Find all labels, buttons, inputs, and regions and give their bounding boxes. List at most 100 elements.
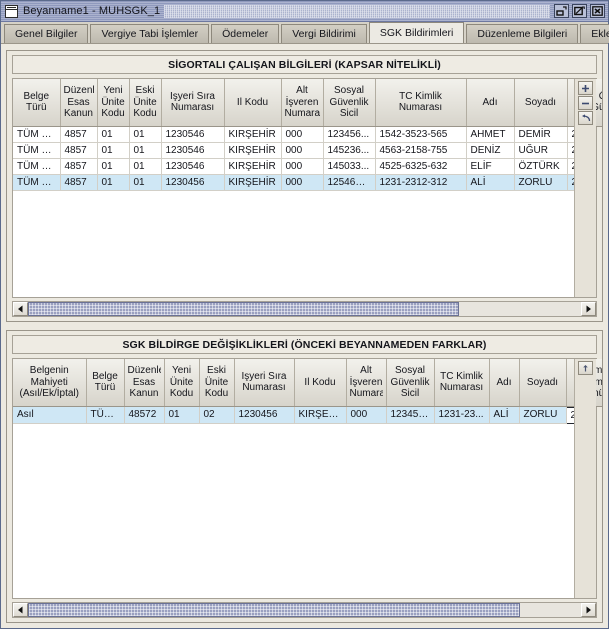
cell-alt-isveren-numarasi[interactable]: 000 bbox=[281, 126, 324, 143]
table-row[interactable]: TÜM Sİ... 4857 01 01 1230546 KIRŞEHİR 00… bbox=[13, 126, 574, 143]
tab-ekler[interactable]: Ekler bbox=[580, 24, 609, 43]
cell-soyadi[interactable]: UĞUR bbox=[514, 142, 568, 159]
undo-button[interactable] bbox=[578, 111, 593, 125]
cell-alt-isveren-numarasi[interactable]: 000 bbox=[281, 158, 324, 175]
cell-prim-odeme-gunu[interactable]: 22 bbox=[567, 158, 574, 175]
table-row-selected[interactable]: TÜM Sİ... 4857 01 01 1230456 KIRŞEHİR 00… bbox=[13, 174, 574, 191]
cell-sosyal-guvenlik-sicil[interactable]: 145033... bbox=[323, 158, 376, 175]
cell-yeni-unite-kodu[interactable]: 01 bbox=[97, 126, 130, 143]
cell-isyeri-sira-numarasi[interactable]: 1230456 bbox=[161, 174, 225, 191]
scroll-up-button[interactable] bbox=[578, 361, 593, 375]
maximize-button[interactable] bbox=[572, 4, 587, 18]
cell-duzenleme-esas-kanun[interactable]: 4857 bbox=[60, 126, 98, 143]
tab-duzenleme-bilgileri[interactable]: Düzenleme Bilgileri bbox=[466, 24, 579, 43]
cell-belge-turu[interactable]: TÜM Sİ... bbox=[13, 142, 61, 159]
table-row[interactable]: TÜM Sİ... 4857 01 01 1230546 KIRŞEHİR 00… bbox=[13, 142, 574, 159]
table-row[interactable]: TÜM Sİ... 4857 01 01 1230546 KIRŞEHİR 00… bbox=[13, 158, 574, 175]
cell-duzenleme-esas-kanun[interactable]: 4857 bbox=[60, 158, 98, 175]
tab-vergi-bildirimi[interactable]: Vergi Bildirimi bbox=[281, 24, 367, 43]
column-header-belgenin-mahiyeti[interactable]: Belgenin Mahiyeti (Asıl/Ek/İptal) bbox=[13, 359, 87, 407]
cell-yeni-unite-kodu[interactable]: 01 bbox=[97, 142, 130, 159]
cell-tc-kimlik-numarasi[interactable]: 4563-2158-755 bbox=[375, 142, 467, 159]
cell-yeni-unite-kodu[interactable]: 01 bbox=[97, 158, 130, 175]
scroll-track[interactable] bbox=[28, 302, 581, 316]
scroll-thumb[interactable] bbox=[28, 302, 460, 316]
cell-belgenin-mahiyeti[interactable]: Asıl bbox=[13, 407, 87, 424]
column-header-duzenleme-esas-kanun[interactable]: Düzenleme Esas Kanun bbox=[60, 79, 98, 127]
cell-il-kodu[interactable]: KIRŞEHİR bbox=[294, 407, 347, 424]
cell-alt-isveren-numarasi[interactable]: 000 bbox=[281, 174, 324, 191]
tab-vergiye-tabi-islemler[interactable]: Vergiye Tabi İşlemler bbox=[90, 24, 210, 43]
column-header-belge-turu[interactable]: Belge Türü bbox=[86, 359, 125, 407]
scroll-left-arrow[interactable] bbox=[13, 603, 28, 617]
cell-eski-unite-kodu[interactable]: 01 bbox=[129, 174, 162, 191]
cell-il-kodu[interactable]: KIRŞEHİR bbox=[224, 174, 282, 191]
cell-isyeri-sira-numarasi[interactable]: 1230456 bbox=[234, 407, 295, 424]
cell-adi[interactable]: DENİZ bbox=[466, 142, 515, 159]
cell-alt-isveren-numarasi[interactable]: 000 bbox=[346, 407, 387, 424]
cell-sosyal-guvenlik-sicil[interactable]: 145236... bbox=[323, 142, 376, 159]
cell-adi[interactable]: ALİ bbox=[489, 407, 520, 424]
cell-eski-unite-kodu[interactable]: 02 bbox=[199, 407, 235, 424]
cell-isyeri-sira-numarasi[interactable]: 1230546 bbox=[161, 142, 225, 159]
cell-il-kodu[interactable]: KIRŞEHİR bbox=[224, 142, 282, 159]
scroll-right-arrow[interactable] bbox=[581, 603, 596, 617]
grid-a-horizontal-scrollbar[interactable] bbox=[12, 301, 597, 317]
tab-sgk-bildirimleri[interactable]: SGK Bildirimleri bbox=[368, 22, 465, 43]
column-header-alt-isveren-numarasi[interactable]: Alt İşveren Numarası bbox=[281, 79, 324, 127]
cell-duzenleme-esas-kanun[interactable]: 4857 bbox=[60, 142, 98, 159]
cell-sosyal-guvenlik-sicil[interactable]: 12546897 bbox=[323, 174, 376, 191]
column-header-isyeri-sira-numarasi[interactable]: İşyeri Sıra Numarası bbox=[234, 359, 295, 407]
cell-soyadi[interactable]: ZORLU bbox=[519, 407, 567, 424]
cell-isyeri-sira-numarasi[interactable]: 1230546 bbox=[161, 126, 225, 143]
column-header-alt-isveren-numarasi[interactable]: Alt İşveren Numarası bbox=[346, 359, 387, 407]
cell-tc-kimlik-numarasi[interactable]: 1231-23... bbox=[434, 407, 490, 424]
cell-isyeri-sira-numarasi[interactable]: 1230546 bbox=[161, 158, 225, 175]
cell-eski-unite-kodu[interactable]: 01 bbox=[129, 158, 162, 175]
scroll-track[interactable] bbox=[28, 603, 581, 617]
cell-sosyal-guvenlik-sicil[interactable]: 123456... bbox=[323, 126, 376, 143]
cell-yeni-unite-kodu[interactable]: 01 bbox=[164, 407, 200, 424]
table-row-selected[interactable]: Asıl TÜM ... 48572 01 02 1230456 KIRŞEHİ… bbox=[13, 406, 574, 424]
cell-belge-turu[interactable]: TÜM Sİ... bbox=[13, 174, 61, 191]
cell-tc-kimlik-numarasi[interactable]: 1542-3523-565 bbox=[375, 126, 467, 143]
column-header-adi[interactable]: Adı bbox=[466, 79, 515, 127]
cell-prim-odeme-gunu[interactable]: 22 bbox=[567, 142, 574, 159]
column-header-eski-unite-kodu[interactable]: Eski Ünite Kodu bbox=[199, 359, 235, 407]
column-header-soyadi[interactable]: Soyadı bbox=[514, 79, 568, 127]
column-header-belge-turu[interactable]: Belge Türü bbox=[13, 79, 61, 127]
cell-belge-turu[interactable]: TÜM ... bbox=[86, 407, 125, 424]
cell-duzenleme-esas-kanun[interactable]: 4857 bbox=[60, 174, 98, 191]
cell-soyadi[interactable]: DEMİR bbox=[514, 126, 568, 143]
column-header-yeni-unite-kodu[interactable]: Yeni Ünite Kodu bbox=[164, 359, 200, 407]
cell-tc-kimlik-numarasi[interactable]: 4525-6325-632 bbox=[375, 158, 467, 175]
scroll-right-arrow[interactable] bbox=[581, 302, 596, 316]
cell-prim-odeme-gunu[interactable]: 22 bbox=[567, 174, 574, 191]
cell-prim-odeme-gunu-editor[interactable]: 22 bbox=[565, 406, 574, 424]
cell-il-kodu[interactable]: KIRŞEHİR bbox=[224, 158, 282, 175]
tab-genel-bilgiler[interactable]: Genel Bilgiler bbox=[4, 24, 89, 43]
close-button[interactable] bbox=[590, 4, 605, 18]
cell-sosyal-guvenlik-sicil[interactable]: 123456... bbox=[386, 407, 435, 424]
column-header-eski-unite-kodu[interactable]: Eski Ünite Kodu bbox=[129, 79, 162, 127]
cell-il-kodu[interactable]: KIRŞEHİR bbox=[224, 126, 282, 143]
column-header-duzenleme-esas-kanun[interactable]: Düzenleme Esas Kanun bbox=[124, 359, 165, 407]
grid-b-horizontal-scrollbar[interactable] bbox=[12, 602, 597, 618]
column-header-sosyal-guvenlik-sicil[interactable]: Sosyal Güvenlik Sicil bbox=[323, 79, 376, 127]
column-header-tc-kimlik-numarasi[interactable]: TC Kimlik Numarası bbox=[375, 79, 467, 127]
column-header-sosyal-guvenlik-sicil[interactable]: Sosyal Güvenlik Sicil bbox=[386, 359, 435, 407]
column-header-tc-kimlik-numarasi[interactable]: TC Kimlik Numarası bbox=[434, 359, 490, 407]
cell-eski-unite-kodu[interactable]: 01 bbox=[129, 142, 162, 159]
cell-tc-kimlik-numarasi[interactable]: 1231-2312-312 bbox=[375, 174, 467, 191]
column-header-adi[interactable]: Adı bbox=[489, 359, 520, 407]
cell-adi[interactable]: AHMET bbox=[466, 126, 515, 143]
cell-eski-unite-kodu[interactable]: 01 bbox=[129, 126, 162, 143]
column-header-yeni-unite-kodu[interactable]: Yeni Ünite Kodu bbox=[97, 79, 130, 127]
column-header-soyadi[interactable]: Soyadı bbox=[519, 359, 567, 407]
cell-belge-turu[interactable]: TÜM Sİ... bbox=[13, 126, 61, 143]
cell-yeni-unite-kodu[interactable]: 01 bbox=[97, 174, 130, 191]
cell-soyadi[interactable]: ÖZTÜRK bbox=[514, 158, 568, 175]
cell-belge-turu[interactable]: TÜM Sİ... bbox=[13, 158, 61, 175]
scroll-thumb[interactable] bbox=[28, 603, 521, 617]
add-row-button[interactable] bbox=[578, 81, 593, 95]
